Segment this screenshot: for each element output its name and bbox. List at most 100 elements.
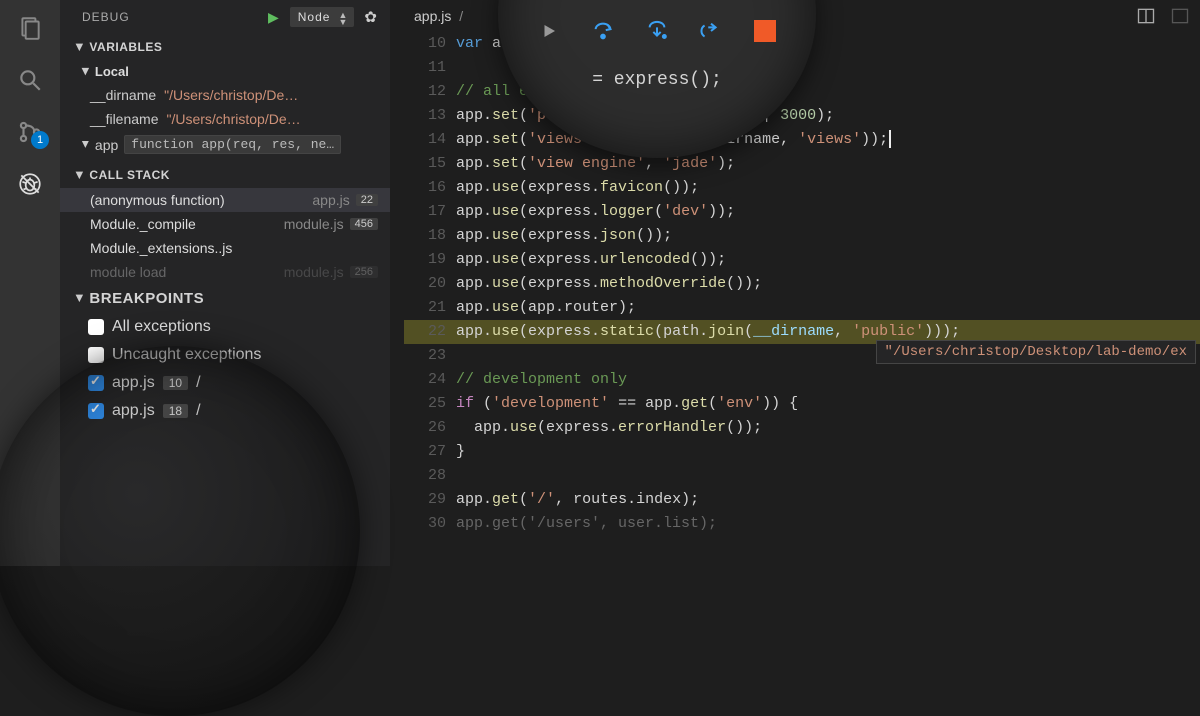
stack-frame[interactable]: module load module.js256: [60, 260, 390, 284]
checkbox-checked[interactable]: [88, 403, 104, 419]
code-line[interactable]: 24// development only: [404, 368, 1200, 392]
code-line[interactable]: 28: [404, 464, 1200, 488]
source-control-icon[interactable]: 1: [16, 118, 44, 146]
line-number: 13: [424, 104, 456, 128]
code-line[interactable]: 20app.use(express.methodOverride());: [404, 272, 1200, 296]
stack-frame[interactable]: Module._extensions..js: [60, 236, 390, 260]
editor-corner-actions: [1136, 6, 1190, 31]
code-line[interactable]: 18app.use(express.json());: [404, 224, 1200, 248]
line-number: 30: [424, 512, 456, 536]
variable-row[interactable]: __dirname "/Users/christop/De…: [60, 83, 390, 107]
code-text: app.use(express.methodOverride());: [456, 272, 762, 296]
code-text: app.use(express.urlencoded());: [456, 248, 726, 272]
select-arrows-icon: ▲▼: [339, 12, 349, 26]
line-number: 17: [424, 200, 456, 224]
variable-row[interactable]: __filename "/Users/christop/De…: [60, 107, 390, 131]
breakpoint-item[interactable]: app.js 18 /: [60, 397, 390, 425]
line-number: 22: [424, 320, 456, 344]
line-number: 21: [424, 296, 456, 320]
stack-frame[interactable]: (anonymous function) app.js22: [60, 188, 390, 212]
debug-title: DEBUG: [82, 10, 130, 24]
code-area[interactable]: 10var a1112// all envi13app.set('port', …: [390, 32, 1200, 536]
callstack-header[interactable]: ▶ CALL STACK: [60, 162, 390, 188]
code-line[interactable]: 14app.set('views', path.join(__dirname, …: [404, 128, 1200, 152]
line-number: 24: [424, 368, 456, 392]
code-text: var a: [456, 32, 501, 56]
variable-name: app: [95, 137, 118, 153]
variable-row[interactable]: ▶ app function app(req, res, ne…: [60, 131, 390, 162]
code-text: // development only: [456, 368, 627, 392]
line-number: 19: [424, 248, 456, 272]
step-over-icon[interactable]: [592, 20, 614, 42]
variable-name: __dirname: [90, 87, 156, 103]
line-number: 23: [424, 344, 456, 368]
line-number: 12: [424, 80, 456, 104]
variable-value: function app(req, res, ne…: [124, 135, 341, 154]
code-line[interactable]: 21app.use(app.router);: [404, 296, 1200, 320]
line-number: 14: [424, 128, 456, 152]
code-text: app.get('/', routes.index);: [456, 488, 699, 512]
line-number: 25: [424, 392, 456, 416]
debug-header: DEBUG ▶ Node ▲▼ ✿: [60, 0, 390, 34]
twistie-icon: ▶: [74, 295, 85, 302]
breakpoint-item[interactable]: app.js 10 /: [60, 369, 390, 397]
search-icon[interactable]: [16, 66, 44, 94]
breakpoint-all-exceptions[interactable]: All exceptions: [60, 313, 390, 341]
debug-side-panel: DEBUG ▶ Node ▲▼ ✿ ▶ VARIABLES ▶ Local __…: [60, 0, 390, 566]
twistie-icon: ▶: [80, 68, 91, 75]
twistie-icon: ▶: [80, 141, 91, 148]
twistie-icon: ▶: [74, 171, 85, 178]
activity-bar: 1: [0, 0, 60, 566]
stack-frame[interactable]: Module._compile module.js456: [60, 212, 390, 236]
code-text: app.use(express.logger('dev'));: [456, 200, 735, 224]
code-line[interactable]: 30app.get('/users', user.list);: [404, 512, 1200, 536]
code-line[interactable]: 16app.use(express.favicon());: [404, 176, 1200, 200]
variable-name: __filename: [90, 111, 159, 127]
code-line[interactable]: 26 app.use(express.errorHandler());: [404, 416, 1200, 440]
checkbox-unchecked[interactable]: [88, 319, 104, 335]
line-number: 15: [424, 152, 456, 176]
start-debug-icon[interactable]: ▶: [268, 9, 280, 26]
checkbox-checked[interactable]: [88, 375, 104, 391]
continue-icon[interactable]: [538, 20, 560, 42]
breakpoint-uncaught-exceptions[interactable]: Uncaught exceptions: [60, 341, 390, 369]
gear-icon[interactable]: ✿: [364, 8, 378, 26]
local-scope[interactable]: ▶ Local: [60, 60, 390, 83]
more-icon[interactable]: [1170, 6, 1190, 31]
scm-badge: 1: [31, 131, 49, 149]
line-number: 18: [424, 224, 456, 248]
debug-icon[interactable]: [16, 170, 44, 198]
code-text: app.get('/users', user.list);: [456, 512, 717, 536]
breakpoints-header[interactable]: ▶ BREAKPOINTS: [60, 284, 390, 313]
code-line[interactable]: 27}: [404, 440, 1200, 464]
checkbox-unchecked[interactable]: [88, 347, 104, 363]
code-line[interactable]: 29app.get('/', routes.index);: [404, 488, 1200, 512]
line-number: 29: [424, 488, 456, 512]
code-line[interactable]: 15app.set('view engine', 'jade');: [404, 152, 1200, 176]
split-editor-icon[interactable]: [1136, 6, 1156, 31]
line-number: 26: [424, 416, 456, 440]
code-line[interactable]: 13app.set('port', process.env.PORT || 30…: [404, 104, 1200, 128]
explorer-icon[interactable]: [16, 14, 44, 42]
hover-tooltip: "/Users/christop/Desktop/lab-demo/ex: [876, 340, 1196, 364]
line-number: 27: [424, 440, 456, 464]
line-number: 11: [424, 56, 456, 80]
code-text: }: [456, 440, 465, 464]
stop-icon[interactable]: [754, 20, 776, 42]
magnified-code-line: = express();: [592, 70, 722, 90]
code-text: app.use(app.router);: [456, 296, 636, 320]
line-number: 10: [424, 32, 456, 56]
variable-value: "/Users/christop/De…: [164, 87, 298, 103]
step-out-icon[interactable]: [700, 20, 722, 42]
code-line[interactable]: 17app.use(express.logger('dev'));: [404, 200, 1200, 224]
code-line[interactable]: 25if ('development' == app.get('env')) {: [404, 392, 1200, 416]
code-line[interactable]: 19app.use(express.urlencoded());: [404, 248, 1200, 272]
twistie-icon: ▶: [74, 43, 85, 50]
line-number: 28: [424, 464, 456, 488]
step-into-icon[interactable]: [646, 20, 668, 42]
editor-tab[interactable]: app.js /: [414, 8, 463, 24]
code-text: app.use(express.errorHandler());: [456, 416, 762, 440]
code-text: app.use(express.favicon());: [456, 176, 699, 200]
variables-header[interactable]: ▶ VARIABLES: [60, 34, 390, 60]
line-number: 16: [424, 176, 456, 200]
